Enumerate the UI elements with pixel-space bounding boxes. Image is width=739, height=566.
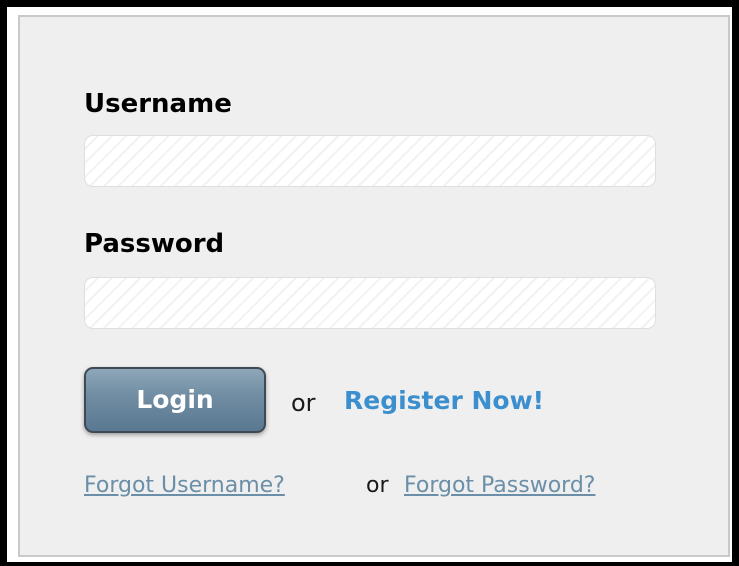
password-label: Password [84,229,225,259]
login-button[interactable]: Login [84,367,266,433]
screenshot-frame: Username Password Login or Register Now!… [0,0,739,566]
or-separator-text: or [291,389,316,417]
login-panel: Username Password Login or Register Now!… [18,15,730,557]
or-separator-text: or [366,473,389,498]
forgot-username-link[interactable]: Forgot Username? [84,475,285,497]
register-now-link[interactable]: Register Now! [344,388,544,413]
forgot-password-link[interactable]: Forgot Password? [404,475,595,497]
username-input[interactable] [84,135,656,187]
password-input[interactable] [84,277,656,329]
username-label: Username [84,89,232,119]
